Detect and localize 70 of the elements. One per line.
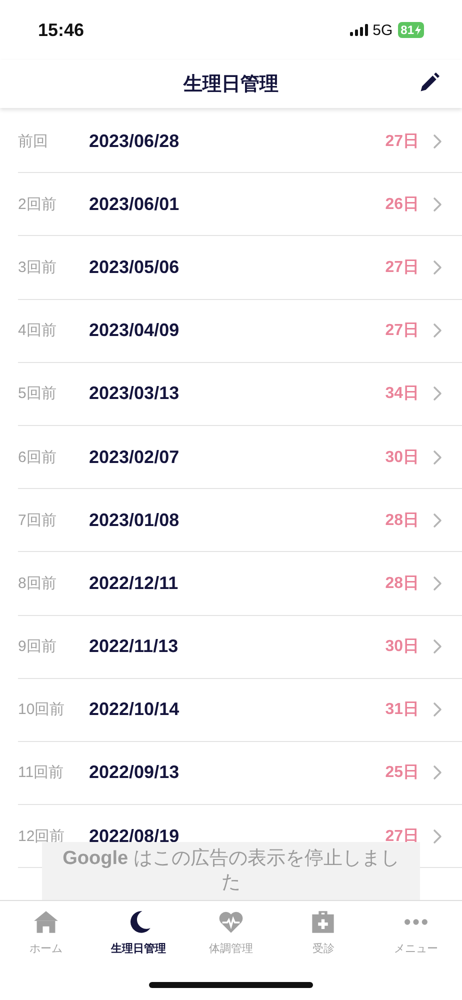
period-row[interactable]: 3回前 2023/05/06 27日 (18, 236, 462, 300)
period-date: 2023/06/28 (89, 130, 180, 152)
cycle-length: 31日 (385, 700, 419, 720)
chevron-icon (433, 323, 442, 338)
chevron-icon (433, 134, 442, 149)
medical-kit-icon (310, 909, 336, 935)
chevron-icon (433, 702, 442, 718)
period-label: 8回前 (18, 574, 58, 593)
period-date: 2022/12/11 (89, 572, 180, 594)
period-row[interactable]: 10回前 2022/10/14 31日 (18, 678, 462, 742)
chevron-icon (433, 512, 442, 528)
period-date: 2022/08/19 (89, 826, 180, 847)
signal-icon (350, 24, 368, 36)
network-label: 5G (372, 22, 393, 38)
chevron-icon (433, 450, 442, 465)
period-date: 2023/04/09 (89, 320, 180, 342)
period-label: 2回前 (18, 194, 58, 214)
period-date: 2023/02/07 (89, 446, 180, 468)
cycle-length: 25日 (385, 763, 419, 784)
period-row[interactable]: 9回前 2022/11/13 30日 (18, 616, 462, 679)
period-label: 7回前 (18, 510, 58, 530)
heart-icon (218, 909, 244, 935)
period-label: 4回前 (18, 321, 58, 340)
period-row[interactable]: 前回 2023/06/28 27日 (18, 110, 462, 174)
home-icon (33, 909, 60, 935)
screen-title: 生理日管理 (184, 73, 278, 97)
cycle-length: 30日 (385, 448, 419, 468)
period-date: 2022/10/14 (89, 699, 180, 720)
period-date: 2022/11/13 (89, 636, 180, 658)
cycle-length: 28日 (385, 510, 419, 531)
chevron-icon (433, 260, 442, 275)
period-row[interactable]: 8回前 2022/12/11 28日 (18, 552, 462, 616)
period-row[interactable]: 2回前 2023/06/01 26日 (18, 173, 462, 236)
period-row[interactable]: 6回前 2023/02/07 30日 (18, 426, 462, 490)
chevron-icon (433, 828, 442, 844)
period-date: 2023/06/01 (89, 194, 180, 215)
chevron-icon (433, 196, 442, 212)
cycle-length: 26日 (385, 194, 419, 215)
period-label: 5回前 (18, 384, 58, 404)
bolt-icon (415, 25, 421, 35)
cycle-length: 27日 (385, 258, 419, 278)
period-label: 3回前 (18, 258, 58, 277)
period-row[interactable]: 7回前 2023/01/08 28日 (18, 489, 462, 552)
status-time: 15:46 (38, 20, 84, 40)
period-label: 9回前 (18, 637, 58, 656)
period-label: 11回前 (18, 763, 65, 782)
period-label: 前回 (18, 132, 49, 151)
tab-item[interactable]: 生理日管理 (92, 901, 185, 970)
chevron-icon (433, 765, 442, 780)
cycle-length: 27日 (385, 321, 419, 342)
battery-indicator: 81 (398, 22, 424, 38)
cycle-length: 34日 (385, 384, 419, 404)
chevron-icon (433, 386, 442, 402)
period-date: 2023/01/08 (89, 510, 180, 531)
period-label: 10回前 (18, 700, 66, 720)
edit-icon[interactable] (418, 72, 440, 94)
period-date: 2023/03/13 (89, 383, 180, 404)
period-row[interactable]: 5回前 2023/03/13 34日 (18, 362, 462, 426)
cycle-length: 28日 (385, 574, 419, 594)
period-date: 2022/09/13 (89, 762, 180, 784)
chevron-icon (433, 639, 442, 654)
chevron-icon (433, 576, 442, 591)
period-date: 2023/05/06 (89, 256, 180, 278)
cycle-length: 27日 (385, 826, 419, 847)
cycle-length: 30日 (385, 637, 419, 658)
period-row[interactable]: 11回前 2022/09/13 25日 (18, 742, 462, 806)
cycle-length: 27日 (385, 132, 419, 152)
more-icon (402, 919, 429, 925)
period-row[interactable]: 4回前 2023/04/09 27日 (18, 300, 462, 363)
period-label: 6回前 (18, 448, 58, 467)
